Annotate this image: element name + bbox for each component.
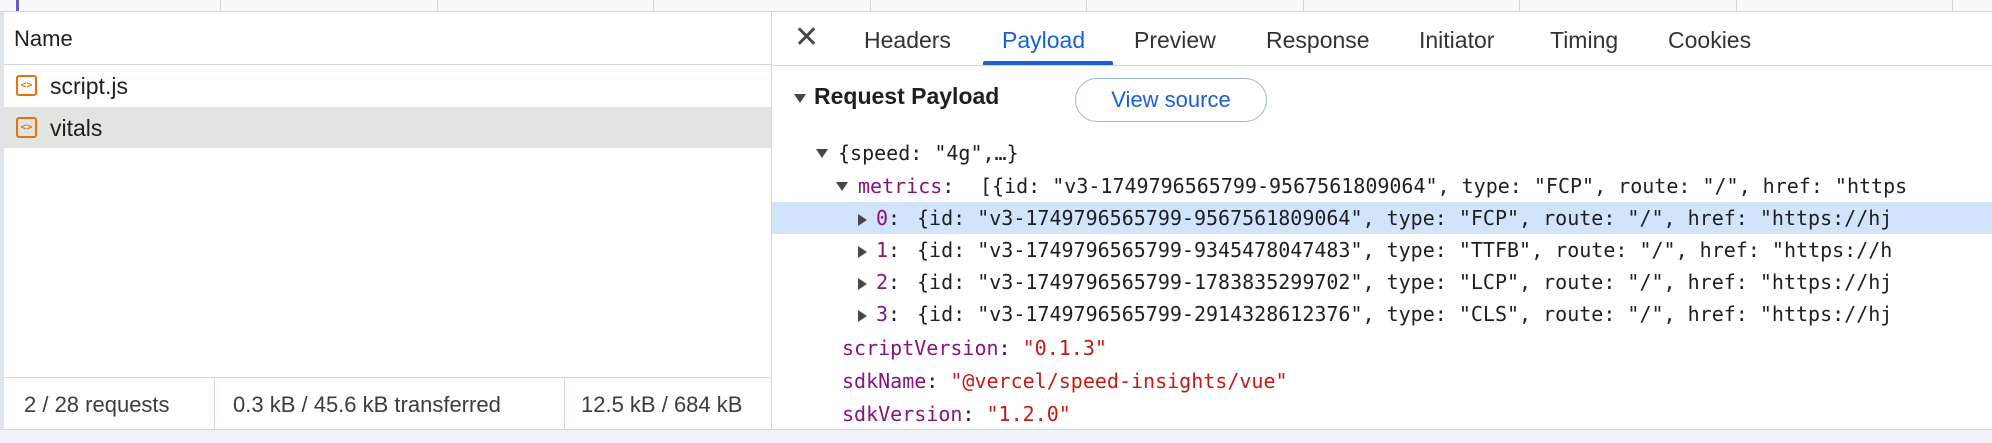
- metric-index: 3: [876, 302, 889, 326]
- script-file-icon: <>: [16, 117, 37, 138]
- expand-triangle-icon[interactable]: [858, 246, 867, 258]
- name-column-header[interactable]: Name: [4, 12, 771, 65]
- timeline-gridline: [653, 0, 654, 11]
- prop-value: "0.1.3": [1022, 336, 1107, 360]
- request-count: 2 / 28 requests: [24, 392, 170, 417]
- network-status-bar: 2 / 28 requests 0.3 kB / 45.6 kB transfe…: [4, 377, 771, 430]
- metric-item-node[interactable]: 1: {id: "v3-1749796565799-9345478047483"…: [772, 234, 1992, 266]
- timeline-gridline: [1086, 0, 1087, 11]
- request-list-pane: Name <> script.js <> vitals 2 / 28 reque…: [0, 12, 772, 430]
- metric-item-summary: {id: "v3-1749796565799-9567561809064", t…: [917, 206, 1893, 230]
- tab-cookies[interactable]: Cookies: [1668, 27, 1751, 54]
- tab-timing[interactable]: Timing: [1550, 27, 1618, 54]
- expand-triangle-icon[interactable]: [858, 214, 867, 226]
- details-tab-bar: ✕ Headers Payload Preview Response Initi…: [772, 12, 1992, 66]
- tab-response[interactable]: Response: [1266, 27, 1370, 54]
- metrics-node[interactable]: metrics: [{id: "v3-1749796565799-9567561…: [772, 170, 1992, 202]
- expand-triangle-icon[interactable]: [816, 149, 828, 158]
- bottom-drawer-strip: [0, 429, 1992, 443]
- request-name: script.js: [50, 73, 128, 99]
- request-row-script-js[interactable]: <> script.js: [4, 65, 771, 106]
- expand-triangle-icon[interactable]: [836, 182, 848, 191]
- tab-preview[interactable]: Preview: [1134, 27, 1216, 54]
- metric-item-node[interactable]: 0: {id: "v3-1749796565799-9567561809064"…: [772, 202, 1992, 234]
- timeline-gridline: [220, 0, 221, 11]
- metric-index: 0: [876, 206, 889, 230]
- timeline-marker: [16, 0, 19, 11]
- request-name: vitals: [50, 115, 103, 141]
- metrics-summary: [{id: "v3-1749796565799-9567561809064", …: [980, 174, 1908, 198]
- timeline-gridline: [1303, 0, 1304, 11]
- name-column-label: Name: [14, 26, 73, 51]
- resources-size: 12.5 kB / 684 kB: [581, 392, 743, 417]
- metric-index: 1: [876, 238, 889, 262]
- prop-key: scriptVersion: [842, 336, 999, 360]
- sdk-version-prop: sdkVersion: "1.2.0": [842, 402, 1071, 426]
- tab-headers[interactable]: Headers: [864, 27, 951, 54]
- view-source-button[interactable]: View source: [1075, 78, 1267, 122]
- top-timeline-strip: [0, 0, 1992, 12]
- transferred-size: 0.3 kB / 45.6 kB transferred: [233, 392, 501, 417]
- metric-item-node[interactable]: 3: {id: "v3-1749796565799-2914328612376"…: [772, 298, 1992, 330]
- expand-triangle-icon[interactable]: [858, 278, 867, 290]
- script-version-prop: scriptVersion: "0.1.3": [842, 336, 1107, 360]
- timeline-gridline: [1736, 0, 1737, 11]
- request-payload-section: Request Payload View source: [772, 78, 1992, 122]
- metrics-key: metrics: [858, 174, 943, 198]
- payload-root-node[interactable]: {speed: "4g",…}: [772, 137, 1992, 169]
- close-icon[interactable]: ✕: [794, 20, 819, 55]
- status-divider: [214, 378, 215, 430]
- prop-value: "1.2.0": [986, 402, 1071, 426]
- timeline-gridline: [1952, 0, 1953, 11]
- active-tab-indicator: [983, 61, 1113, 65]
- request-row-vitals[interactable]: <> vitals: [4, 107, 771, 148]
- script-file-icon: <>: [16, 75, 37, 96]
- metric-item-summary: {id: "v3-1749796565799-9345478047483", t…: [917, 238, 1893, 262]
- expand-triangle-icon[interactable]: [858, 310, 867, 322]
- status-divider: [564, 378, 565, 430]
- tab-payload[interactable]: Payload: [1002, 27, 1085, 54]
- timeline-gridline: [437, 0, 438, 11]
- prop-key: sdkName: [842, 369, 927, 393]
- prop-value: "@vercel/speed-insights/vue": [950, 369, 1288, 393]
- section-title: Request Payload: [814, 83, 1000, 109]
- metric-item-summary: {id: "v3-1749796565799-2914328612376", t…: [917, 302, 1893, 326]
- prop-key: sdkVersion: [842, 402, 963, 426]
- sdk-name-prop: sdkName: "@vercel/speed-insights/vue": [842, 369, 1288, 393]
- timeline-gridline: [1519, 0, 1520, 11]
- metric-item-summary: {id: "v3-1749796565799-1783835299702", t…: [917, 270, 1893, 294]
- timeline-gridline: [870, 0, 871, 11]
- tab-initiator[interactable]: Initiator: [1419, 27, 1494, 54]
- metric-index: 2: [876, 270, 889, 294]
- root-summary: {speed: "4g",…}: [838, 141, 1019, 165]
- request-details-pane: ✕ Headers Payload Preview Response Initi…: [772, 12, 1992, 429]
- metric-item-node[interactable]: 2: {id: "v3-1749796565799-1783835299702"…: [772, 266, 1992, 298]
- collapse-triangle-icon[interactable]: [794, 94, 806, 103]
